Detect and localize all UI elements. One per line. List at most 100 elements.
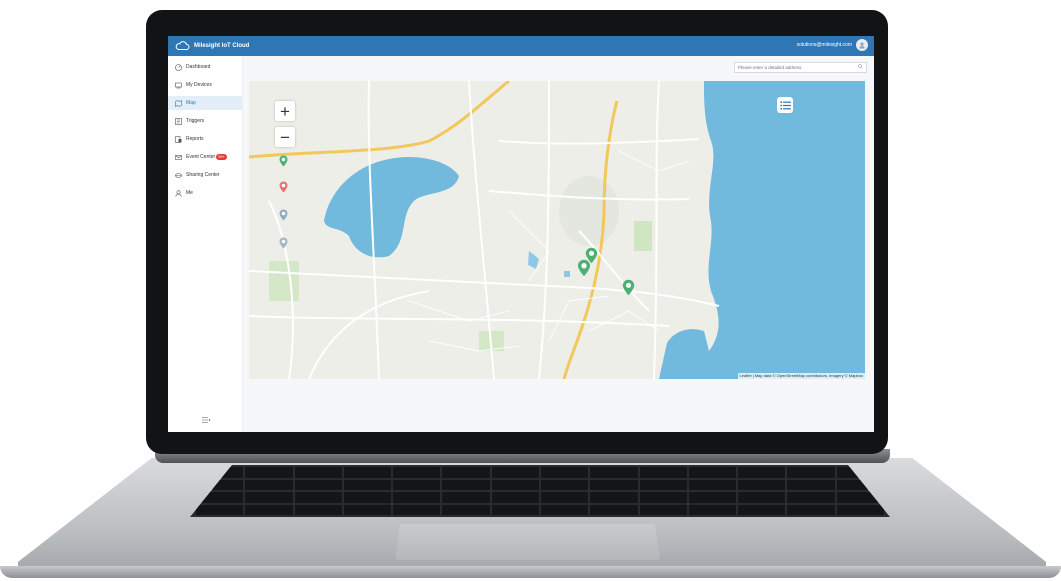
list-icon — [779, 100, 791, 110]
sidebar: Dashboard My Devices Map Triggers Report… — [168, 56, 243, 432]
keyboard-key — [442, 504, 490, 515]
keyboard-key — [245, 467, 293, 478]
zoom-in-button[interactable]: + — [275, 101, 295, 121]
sidebar-item-dashboard[interactable]: Dashboard — [168, 60, 242, 74]
keyboard-key — [738, 492, 786, 503]
sidebar-item-label: Sharing Center — [186, 172, 220, 178]
map-view[interactable]: + − Leaflet | Map data © OpenStreetMap c… — [249, 81, 865, 379]
user-avatar-icon — [859, 42, 865, 49]
keyboard-key — [590, 467, 638, 478]
keyboard-key — [540, 467, 589, 478]
keyboard-key — [196, 504, 244, 515]
app-title: Milesight IoT Cloud — [194, 43, 250, 49]
share-icon — [174, 171, 182, 179]
sidebar-item-me[interactable]: Me — [168, 186, 242, 200]
sidebar-item-event-center[interactable]: Event Center 99+ — [168, 150, 242, 164]
keyboard-key — [343, 479, 392, 490]
sidebar-item-label: Event Center — [186, 154, 216, 160]
keyboard-key — [738, 504, 786, 515]
keyboard-key — [343, 504, 392, 515]
bell-icon — [174, 153, 182, 161]
pin-green-icon — [279, 155, 288, 167]
keyboard-key — [491, 492, 539, 503]
keyboard-key — [294, 479, 342, 490]
legend-pin-inactive — [279, 237, 288, 249]
keyboard-key — [787, 504, 835, 515]
account-menu[interactable]: solutions@milesight.com — [797, 39, 868, 51]
keyboard-key — [491, 467, 539, 478]
zoom-out-button[interactable]: − — [275, 127, 295, 147]
top-bar: Milesight IoT Cloud solutions@milesight.… — [168, 36, 874, 56]
keyboard-key — [245, 504, 293, 515]
keyboard-key — [393, 467, 441, 478]
keyboard-key — [639, 467, 687, 478]
pin-red-icon — [279, 181, 288, 193]
address-search-input[interactable] — [738, 65, 848, 70]
keyboard-key — [491, 504, 539, 515]
collapse-sidebar-icon[interactable] — [201, 416, 211, 424]
account-email: solutions@milesight.com — [796, 42, 852, 48]
keyboard-key — [540, 492, 589, 503]
reports-icon — [174, 135, 182, 143]
pin-gray-icon — [279, 237, 288, 249]
keyboard-key — [688, 479, 737, 490]
keyboard-key — [787, 467, 835, 478]
app-screen: Milesight IoT Cloud solutions@milesight.… — [168, 36, 874, 432]
keyboard-key — [245, 492, 293, 503]
keyboard-key — [590, 479, 638, 490]
keyboard-key — [738, 479, 786, 490]
legend-pin-alarm — [279, 181, 288, 193]
sidebar-item-label: My Devices — [186, 82, 212, 88]
device-marker[interactable] — [577, 259, 591, 277]
dashboard-icon — [174, 63, 182, 71]
sidebar-item-reports[interactable]: Reports — [168, 132, 242, 146]
keyboard-key — [294, 467, 342, 478]
keyboard-key — [639, 504, 687, 515]
triggers-icon — [174, 117, 182, 125]
keyboard-key — [787, 492, 835, 503]
keyboard-key — [787, 479, 835, 490]
sidebar-item-my-devices[interactable]: My Devices — [168, 78, 242, 92]
search-icon[interactable] — [858, 64, 863, 71]
keyboard-key — [639, 479, 687, 490]
keyboard-key — [540, 504, 589, 515]
cloud-logo-icon — [175, 41, 190, 51]
map-attribution[interactable]: Leaflet | Map data © OpenStreetMap contr… — [737, 373, 865, 379]
user-icon — [174, 189, 182, 197]
brand[interactable]: Milesight IoT Cloud — [175, 40, 249, 52]
keyboard-key — [738, 467, 786, 478]
keyboard-key — [393, 479, 441, 490]
device-list-toggle[interactable] — [777, 97, 793, 113]
laptop-keyboard — [190, 465, 890, 517]
keyboard-key — [393, 492, 441, 503]
map-icon — [174, 99, 182, 107]
keyboard-key — [491, 479, 539, 490]
keyboard-key — [688, 467, 737, 478]
keyboard-key — [442, 492, 490, 503]
main-content: + − — [243, 56, 874, 432]
laptop-trackpad — [395, 524, 660, 560]
keyboard-key — [442, 467, 490, 478]
sidebar-item-label: Reports — [186, 136, 204, 142]
devices-icon — [174, 81, 182, 89]
event-count-badge: 99+ — [216, 154, 227, 160]
avatar[interactable] — [856, 39, 868, 51]
sidebar-item-triggers[interactable]: Triggers — [168, 114, 242, 128]
address-search[interactable] — [734, 62, 867, 73]
legend-pin-online — [279, 155, 288, 167]
sidebar-item-label: Me — [186, 190, 193, 196]
keyboard-key — [442, 479, 490, 490]
pin-blue-icon — [279, 209, 288, 221]
keyboard-key — [294, 504, 342, 515]
map-tiles — [249, 81, 865, 379]
sidebar-item-map[interactable]: Map — [168, 96, 242, 110]
sidebar-item-sharing-center[interactable]: Sharing Center — [168, 168, 242, 182]
keyboard-key — [393, 504, 441, 515]
keyboard-key — [590, 492, 638, 503]
keyboard-key — [294, 492, 342, 503]
keyboard-key — [540, 479, 589, 490]
keyboard-key — [639, 492, 687, 503]
keyboard-key — [343, 467, 392, 478]
device-marker[interactable] — [622, 279, 635, 296]
keyboard-key — [688, 492, 737, 503]
